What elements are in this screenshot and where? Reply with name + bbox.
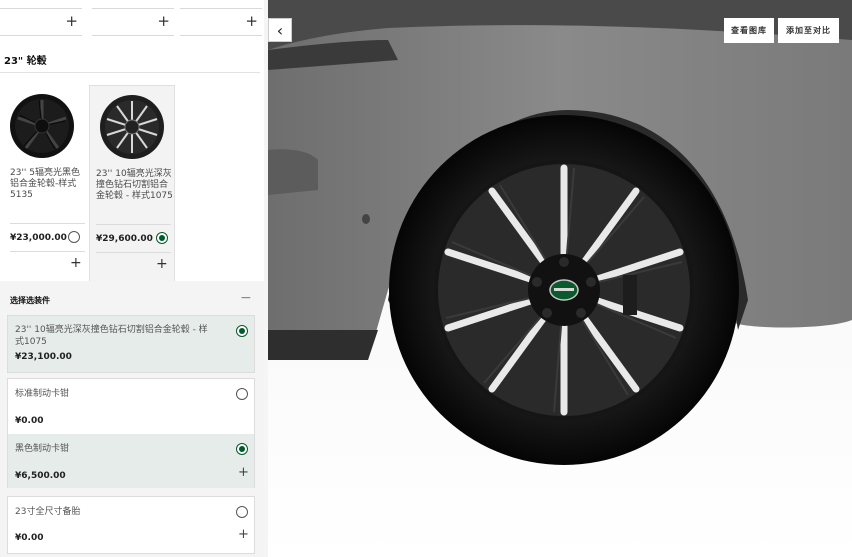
brake-caliper-group: 标准制动卡钳 ¥0.00 黑色制动卡钳 ¥6,500.00 +: [7, 378, 255, 488]
divider: [10, 223, 85, 224]
add-to-compare-button[interactable]: 添加至对比: [778, 18, 839, 43]
radio-button[interactable]: [236, 388, 248, 400]
wheel-thumbnail: [10, 94, 74, 158]
option-item[interactable]: 23寸全尺寸备胎 ¥0.00 +: [7, 496, 255, 554]
previous-options-row: + + +: [0, 0, 264, 42]
prev-option-cell: +: [180, 8, 262, 36]
option-price: ¥6,500.00: [15, 471, 66, 481]
option-item[interactable]: 23'' 10辐亮光深灰撞色钻石切割铝合金轮毂 - 样式1075 ¥23,100…: [7, 315, 255, 373]
radio-button[interactable]: [236, 506, 248, 518]
section-title: 23" 轮毂: [4, 56, 47, 67]
wheel-price: ¥23,000.00: [10, 233, 67, 243]
back-button[interactable]: ‹: [268, 18, 292, 42]
radio-button[interactable]: [68, 231, 80, 243]
wheel-name: 23'' 10辐亮光深灰撞色钻石切割铝合金轮毂 - 样式1075: [96, 169, 173, 201]
option-name: 黑色制动卡钳: [15, 444, 70, 454]
vehicle-wheel-photo: [268, 0, 852, 557]
plus-icon[interactable]: +: [157, 12, 170, 30]
wheel-price: ¥29,600.00: [96, 234, 153, 244]
minus-icon[interactable]: −: [240, 290, 252, 306]
divider: [10, 251, 85, 252]
divider: [0, 72, 260, 73]
chevron-left-icon: ‹: [276, 20, 284, 40]
wheel-card-selected[interactable]: 23'' 10辐亮光深灰撞色钻石切割铝合金轮毂 - 样式1075 ¥29,600…: [89, 85, 175, 281]
option-name: 23寸全尺寸备胎: [15, 507, 81, 517]
wheel-name: 23'' 5辐亮光黑色铝合金轮毂-样式5135: [10, 168, 80, 200]
radio-button-selected[interactable]: [236, 325, 248, 337]
plus-icon[interactable]: +: [70, 255, 82, 271]
divider: [96, 252, 171, 253]
plus-icon[interactable]: +: [238, 527, 249, 542]
radio-button-selected[interactable]: [236, 443, 248, 455]
prev-option-cell: +: [92, 8, 174, 36]
radio-button-selected[interactable]: [156, 232, 168, 244]
option-price: ¥23,100.00: [15, 352, 72, 362]
prev-option-cell: +: [0, 8, 82, 36]
divider: [96, 224, 171, 225]
plus-icon[interactable]: +: [156, 256, 168, 272]
plus-icon[interactable]: +: [65, 12, 78, 30]
plus-icon[interactable]: +: [238, 465, 249, 480]
option-price: ¥0.00: [15, 533, 44, 543]
config-panel: + + + 23" 轮毂 23'' 5辐亮光黑色铝合金轮毂-样式5135 ¥23…: [0, 0, 264, 557]
wheel-thumbnail: [100, 95, 164, 159]
options-title: 选择选装件: [10, 296, 50, 305]
option-price: ¥0.00: [15, 416, 44, 426]
option-name: 23'' 10辐亮光深灰撞色钻石切割铝合金轮毂 - 样式1075: [15, 325, 208, 347]
view-gallery-button[interactable]: 查看图库: [724, 18, 774, 43]
plus-icon[interactable]: +: [245, 12, 258, 30]
wheel-card[interactable]: 23'' 5辐亮光黑色铝合金轮毂-样式5135 ¥23,000.00 +: [4, 85, 85, 280]
option-name: 标准制动卡钳: [15, 389, 70, 399]
